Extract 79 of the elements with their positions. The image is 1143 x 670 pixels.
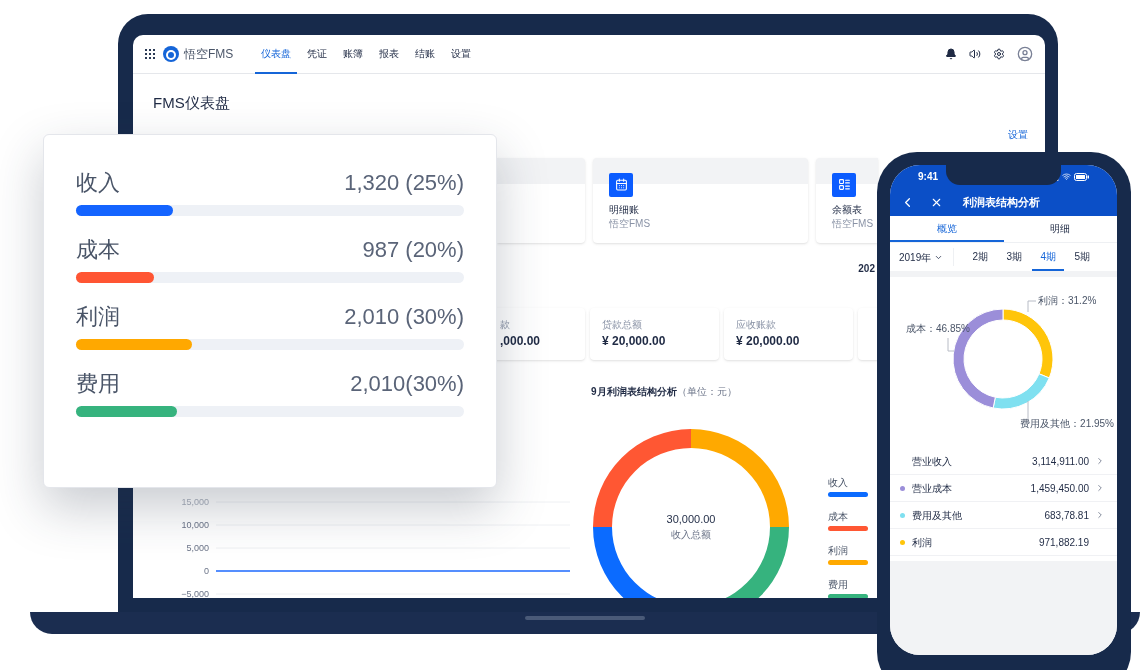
nav-tab[interactable]: 仪表盘	[255, 35, 298, 74]
row-label: 营业成本	[912, 481, 952, 496]
metric-value: 987 (20%)	[362, 236, 464, 264]
summary-row[interactable]: 费用及其他 683,78.81	[890, 502, 1117, 529]
row-value: 971,882.19	[1038, 535, 1089, 550]
list-icon	[832, 172, 856, 197]
nav-tab[interactable]: 结账	[409, 35, 442, 74]
axis-label: 10,000	[181, 519, 209, 530]
shortcut-card[interactable]: 明细账 悟空FMS	[593, 157, 808, 243]
app-grid-icon[interactable]	[145, 49, 155, 59]
period-tab[interactable]: 5期	[1066, 243, 1099, 271]
summary-row[interactable]: 营业成本 1,459,450.00	[890, 475, 1117, 502]
metric-value: 2,010(30%)	[350, 370, 464, 398]
date-text: 202	[858, 261, 875, 276]
metric-value: 1,320 (25%)	[344, 169, 464, 197]
shortcut-title: 余额表	[832, 202, 862, 217]
legend-label: 收入	[828, 476, 849, 489]
avatar-icon[interactable]	[1017, 46, 1033, 62]
battery-icon	[1074, 172, 1089, 181]
row-label: 营业收入	[912, 454, 952, 469]
legend-label: 利润	[828, 544, 849, 557]
stat-label: 贷款总额	[602, 318, 643, 332]
shortcut-subtitle: 悟空FMS	[609, 216, 651, 231]
leader-line	[947, 337, 955, 352]
chevron-icon	[1095, 510, 1105, 520]
year-dropdown[interactable]: 2019年	[890, 248, 955, 266]
axis-label: 0	[204, 565, 209, 576]
settings-icon[interactable]	[993, 48, 1005, 60]
metric-label: 收入	[76, 169, 120, 197]
total-label: 收入总额	[671, 528, 711, 543]
row-value: 683,78.81	[1044, 508, 1089, 523]
brand-name: 悟空FMS	[184, 46, 234, 63]
slice-label: 利润：31.2%	[1038, 295, 1097, 306]
axis-label: −5,000	[181, 588, 209, 598]
nav-tab[interactable]: 凭证	[301, 35, 334, 74]
row-value: 1,459,450.00	[1030, 481, 1089, 496]
slice-label: 费用及其他：21.95%	[1020, 418, 1114, 429]
shortcut-subtitle: 悟空FMS	[832, 216, 874, 231]
nav-tab[interactable]: 账簿	[337, 35, 370, 74]
summary-row[interactable]: 营业收入 3,114,911.00	[890, 448, 1117, 475]
view-tab[interactable]: 概览	[890, 216, 1004, 242]
leader-line	[1027, 300, 1037, 313]
metric-label: 费用	[76, 370, 120, 398]
axis-label: 5,000	[186, 542, 209, 553]
status-time: 9:41	[918, 170, 938, 184]
stat-value: ,000.00	[500, 333, 542, 350]
nav-tab[interactable]: 设置	[445, 35, 478, 74]
chart-title: 9月利润表结构分析	[591, 384, 677, 399]
wifi-icon	[1062, 172, 1071, 181]
period-tab[interactable]: 2期	[964, 243, 997, 271]
row-label: 利润	[912, 535, 932, 550]
shortcut-card[interactable]: 余额表 悟空FMS	[816, 157, 878, 243]
total-value: 30,000.00	[666, 511, 716, 527]
metric-value: 2,010 (30%)	[344, 303, 464, 331]
nav-tab[interactable]: 报表	[373, 35, 406, 74]
document-icon	[609, 172, 633, 197]
page-title: FMS仪表盘	[153, 93, 230, 113]
axis-label: 15,000	[181, 496, 209, 507]
chart-unit: （单位：元）	[676, 384, 737, 399]
metric-label: 利润	[76, 303, 120, 331]
screen-title: 利润表结构分析	[963, 194, 1040, 210]
period-tab[interactable]: 3期	[998, 243, 1031, 271]
notification-icon[interactable]	[945, 48, 957, 60]
shortcut-title: 明细账	[609, 202, 639, 217]
logo-icon	[163, 46, 179, 62]
view-tab[interactable]: 明细	[1003, 216, 1117, 242]
legend-label: 成本	[828, 510, 849, 523]
chevron-icon	[1095, 483, 1105, 493]
stat-value: ¥ 20,000.00	[736, 333, 801, 350]
stat-value: ¥ 20,000.00	[602, 333, 667, 350]
row-label: 费用及其他	[912, 508, 962, 523]
row-value: 3,114,911.00	[1032, 454, 1089, 469]
speaker-icon[interactable]	[969, 48, 981, 60]
stat-label: 款	[500, 318, 511, 332]
stat-label: 应收账款	[736, 318, 777, 332]
settings-link[interactable]: 设置	[1008, 126, 1028, 142]
legend-label: 费用	[828, 578, 849, 591]
metric-label: 成本	[76, 236, 120, 264]
chevron-icon	[1095, 456, 1105, 466]
